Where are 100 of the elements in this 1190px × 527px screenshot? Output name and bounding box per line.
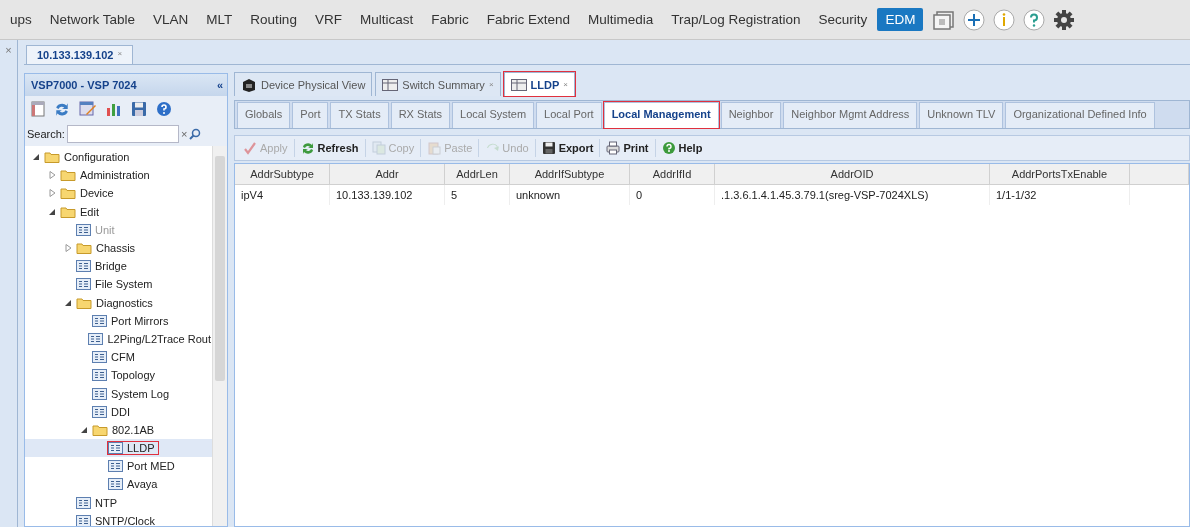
clear-button[interactable]: × <box>180 128 188 140</box>
help-icon[interactable] <box>156 101 172 117</box>
expanded-arrow-icon[interactable] <box>48 207 56 216</box>
tree-row[interactable]: Diagnostics <box>25 293 212 312</box>
sub-tab[interactable]: TX Stats <box>330 102 389 128</box>
tree-row[interactable]: DDI <box>25 402 212 421</box>
tree-item-label[interactable]: CFM <box>110 351 136 364</box>
tree-row[interactable]: Edit <box>25 202 212 221</box>
tree-item-label[interactable]: LLDP <box>126 442 156 455</box>
column-header[interactable]: AddrIfId <box>630 164 715 185</box>
scrollbar[interactable] <box>212 146 227 526</box>
tree-item-label[interactable]: Administration <box>79 169 151 182</box>
column-header[interactable]: Addr <box>330 164 445 185</box>
info-icon[interactable] <box>993 8 1016 31</box>
tree-item-label[interactable]: SNTP/Clock <box>94 514 156 526</box>
tree-row[interactable]: Topology <box>25 366 212 385</box>
view-tab[interactable]: Device Physical View <box>234 72 373 96</box>
toolbar-button[interactable]: Print <box>600 139 656 157</box>
view-tab[interactable]: Switch Summary × <box>375 72 501 96</box>
tree-row[interactable]: File System <box>25 275 212 294</box>
add-icon[interactable] <box>963 8 986 31</box>
menu-item[interactable]: EDM <box>877 8 924 31</box>
tree-item-label[interactable]: NTP <box>94 496 118 509</box>
collapsed-arrow-icon[interactable] <box>48 189 56 198</box>
menu-item[interactable]: MLT <box>198 8 241 31</box>
menu-item[interactable]: Multicast <box>351 8 422 31</box>
tree-row[interactable]: System Log <box>25 384 212 403</box>
refresh-icon[interactable] <box>54 101 70 117</box>
column-header[interactable]: AddrOID <box>715 164 990 185</box>
menu-item[interactable]: Trap/Log Registration <box>663 8 809 31</box>
search-field[interactable] <box>66 125 179 143</box>
tree-item-label[interactable]: Configuration <box>63 151 131 164</box>
expanded-arrow-icon[interactable] <box>64 298 72 307</box>
tree-item-label[interactable]: System Log <box>110 387 171 400</box>
tree-row[interactable]: L2Ping/L2Trace Rout <box>25 329 212 349</box>
settings-icon[interactable] <box>1053 8 1076 31</box>
close-icon[interactable]: × <box>563 80 568 89</box>
sub-tab[interactable]: Local System <box>452 102 535 128</box>
menu-item[interactable]: VLAN <box>145 8 197 31</box>
column-header[interactable]: AddrPortsTxEnable <box>990 164 1130 185</box>
menu-item[interactable]: ups <box>2 8 40 31</box>
tree-item-label[interactable]: L2Ping/L2Trace Rout <box>106 332 212 345</box>
tree-item-label[interactable]: Avaya <box>126 478 159 491</box>
sub-tab[interactable]: Local Management <box>603 102 719 128</box>
menu-item[interactable]: VRF <box>306 8 350 31</box>
column-header[interactable]: AddrSubtype <box>235 164 330 185</box>
tree-item-label[interactable]: Edit <box>79 205 100 218</box>
sub-tab[interactable]: Neighbor Mgmt Address <box>783 102 918 128</box>
collapsed-arrow-icon[interactable] <box>48 171 56 180</box>
tree-row[interactable]: 802.1AB <box>25 420 212 439</box>
tree-item-label[interactable]: Diagnostics <box>95 296 154 309</box>
tree-row[interactable]: Device <box>25 184 212 203</box>
tree-row[interactable]: Port Mirrors <box>25 311 212 330</box>
collapse-button[interactable]: « <box>216 79 223 91</box>
sub-tab[interactable]: RX Stats <box>390 102 451 128</box>
tree-row[interactable]: CFM <box>25 348 212 367</box>
menu-item[interactable]: Routing <box>242 8 305 31</box>
edit-icon[interactable] <box>79 101 97 117</box>
view-tab[interactable]: LLDP × <box>503 72 575 96</box>
search-icon[interactable] <box>189 128 202 140</box>
tree-item-label[interactable]: File System <box>94 278 154 291</box>
expanded-arrow-icon[interactable] <box>80 425 88 434</box>
sub-tab[interactable]: Port <box>292 102 329 128</box>
device-tab[interactable]: 10.133.139.102 × <box>26 45 134 64</box>
tree-item-label[interactable]: 802.1AB <box>111 423 156 436</box>
window-icon[interactable] <box>31 101 45 117</box>
tree-row[interactable]: Administration <box>25 166 212 185</box>
tree-item-label[interactable]: Port MED <box>126 460 176 473</box>
tree-item-label[interactable]: Port Mirrors <box>110 314 170 327</box>
bar-chart-icon[interactable] <box>106 101 122 117</box>
menu-item[interactable]: Fabric <box>423 8 477 31</box>
collapsed-arrow-icon[interactable] <box>64 244 72 253</box>
tree-row[interactable]: Port MED <box>25 457 212 476</box>
tree-row[interactable]: Avaya <box>25 475 212 494</box>
toolbar-button[interactable]: Help <box>655 139 709 157</box>
tree-row[interactable]: Configuration <box>25 148 212 167</box>
tree-item-label[interactable]: Topology <box>110 369 157 382</box>
menu-item[interactable]: Fabric Extend <box>478 8 578 31</box>
tree-item-label[interactable]: Chassis <box>95 242 137 255</box>
tree-row[interactable]: NTP <box>25 493 212 512</box>
sub-tab[interactable]: Neighbor <box>720 102 782 128</box>
tree-item-label[interactable]: Bridge <box>94 260 128 273</box>
tree-row[interactable]: Bridge <box>25 257 212 276</box>
sub-tab[interactable]: Local Port <box>536 102 602 128</box>
tree-row[interactable]: Chassis <box>25 238 212 258</box>
menu-item[interactable]: Network Table <box>41 8 144 31</box>
sub-tab[interactable]: Unknown TLV <box>919 102 1004 128</box>
sub-tab[interactable]: Organizational Defined Info <box>1005 102 1155 128</box>
selected-tree-row[interactable]: LLDP <box>25 439 212 458</box>
column-header[interactable]: AddrLen <box>445 164 510 185</box>
toolbar-button[interactable]: Refresh <box>294 139 366 157</box>
expanded-arrow-icon[interactable] <box>32 153 40 162</box>
column-header[interactable]: AddrIfSubtype <box>510 164 630 185</box>
tree-item-label[interactable]: DDI <box>110 405 131 418</box>
menu-item[interactable]: Security <box>810 8 876 31</box>
menu-item[interactable]: Multimedia <box>580 8 662 31</box>
tree-row[interactable]: SNTP/Clock <box>25 511 212 526</box>
toolbar-button[interactable]: Export <box>535 139 601 157</box>
tree-item-label[interactable]: Device <box>79 187 115 200</box>
close-button[interactable]: × <box>5 44 12 56</box>
